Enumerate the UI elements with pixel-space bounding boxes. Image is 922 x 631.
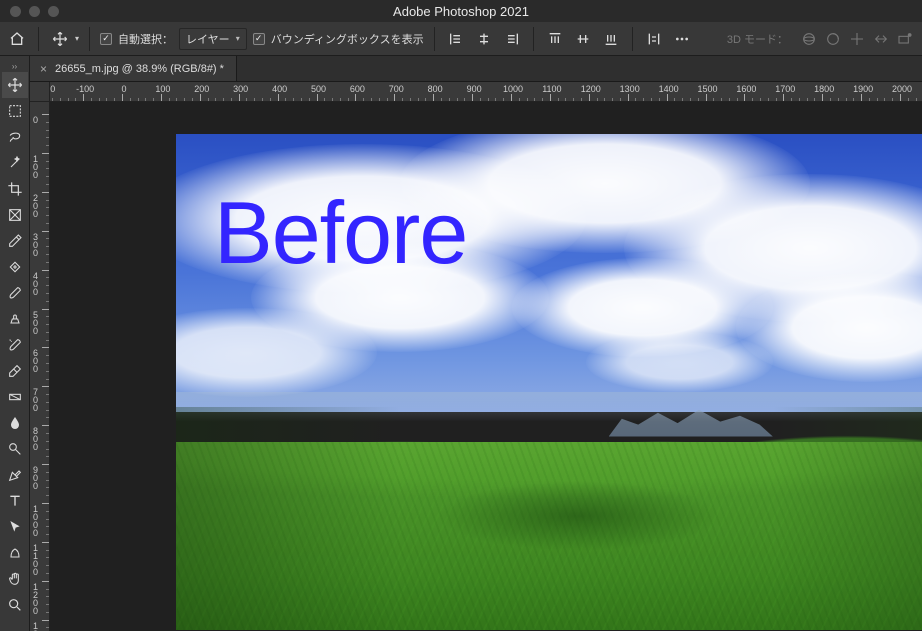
pan-3d-button[interactable] [846,28,868,50]
align-middle-v-button[interactable] [572,28,594,50]
align-right-button[interactable] [501,28,523,50]
lasso-tool[interactable] [2,124,28,150]
options-bar: ▾ 自動選択： レイヤー ▾ バウンディングボックスを表示 3D モード： [0,22,922,56]
gradient-tool[interactable] [2,384,28,410]
zoom-tool[interactable] [2,592,28,618]
chevron-down-icon: ▾ [236,34,240,43]
align-top-button[interactable] [544,28,566,50]
canvas-background: Before [50,102,922,631]
magic-wand-tool[interactable] [2,150,28,176]
document-area: × 26655_m.jpg @ 38.9% (RGB/8#) * -200-10… [30,56,922,631]
window-controls [0,6,59,17]
crop-tool[interactable] [2,176,28,202]
title-bar: Adobe Photoshop 2021 [0,0,922,22]
divider [38,27,39,51]
divider [434,27,435,51]
healing-brush-tool[interactable] [2,254,28,280]
close-tab-button[interactable]: × [40,62,47,76]
auto-select-target-value: レイヤー [186,31,230,47]
document-tab-label: 26655_m.jpg @ 38.9% (RGB/8#) * [55,63,224,75]
path-selection-tool[interactable] [2,514,28,540]
tools-panel: ›› [0,56,30,631]
landscape-image: Before [176,134,922,630]
hand-tool[interactable] [2,566,28,592]
history-brush-tool[interactable] [2,332,28,358]
minimize-window-button[interactable] [29,6,40,17]
dodge-tool[interactable] [2,436,28,462]
divider [89,27,90,51]
auto-select-label: 自動選択： [118,31,173,47]
eyedropper-tool[interactable] [2,228,28,254]
move-tool[interactable] [2,72,28,98]
show-bbox-checkbox[interactable] [253,33,265,45]
ruler-origin[interactable] [30,82,50,102]
document-tab[interactable]: × 26655_m.jpg @ 38.9% (RGB/8#) * [30,56,237,81]
document-image[interactable]: Before [176,134,922,630]
vertical-ruler[interactable]: 0100200300400500600700800900100011001200… [30,102,50,631]
show-bbox-label: バウンディングボックスを表示 [271,31,424,47]
slide-3d-button[interactable] [870,28,892,50]
zoom-window-button[interactable] [48,6,59,17]
app-title: Adobe Photoshop 2021 [0,4,922,19]
orbit-3d-button[interactable] [798,28,820,50]
work-area: ›› × 26655_m.jpg @ 38.9% (RGB/8#) * [0,56,922,631]
auto-select-checkbox[interactable] [100,33,112,45]
close-window-button[interactable] [10,6,21,17]
distribute-button[interactable] [643,28,665,50]
eraser-tool[interactable] [2,358,28,384]
frame-tool[interactable] [2,202,28,228]
active-tool-indicator[interactable]: ▾ [49,28,79,50]
document-tabs: × 26655_m.jpg @ 38.9% (RGB/8#) * [30,56,922,82]
shape-tool[interactable] [2,540,28,566]
toolbar-expand-button[interactable]: ›› [0,60,29,72]
horizontal-ruler[interactable]: -200-10001002003004005006007008009001000… [50,82,922,102]
canvas-viewport[interactable]: -200-10001002003004005006007008009001000… [30,82,922,631]
mode-3d-label: 3D モード： [727,31,788,47]
divider [632,27,633,51]
scale-3d-button[interactable] [894,28,916,50]
marquee-tool[interactable] [2,98,28,124]
roll-3d-button[interactable] [822,28,844,50]
align-center-h-button[interactable] [473,28,495,50]
align-bottom-button[interactable] [600,28,622,50]
chevron-down-icon: ▾ [75,34,79,43]
divider [533,27,534,51]
blur-tool[interactable] [2,410,28,436]
align-left-button[interactable] [445,28,467,50]
auto-select-target-dropdown[interactable]: レイヤー ▾ [179,28,247,50]
type-tool[interactable] [2,488,28,514]
more-options-button[interactable] [671,28,693,50]
brush-tool[interactable] [2,280,28,306]
pen-tool[interactable] [2,462,28,488]
clone-stamp-tool[interactable] [2,306,28,332]
move-icon [49,28,71,50]
home-button[interactable] [6,28,28,50]
